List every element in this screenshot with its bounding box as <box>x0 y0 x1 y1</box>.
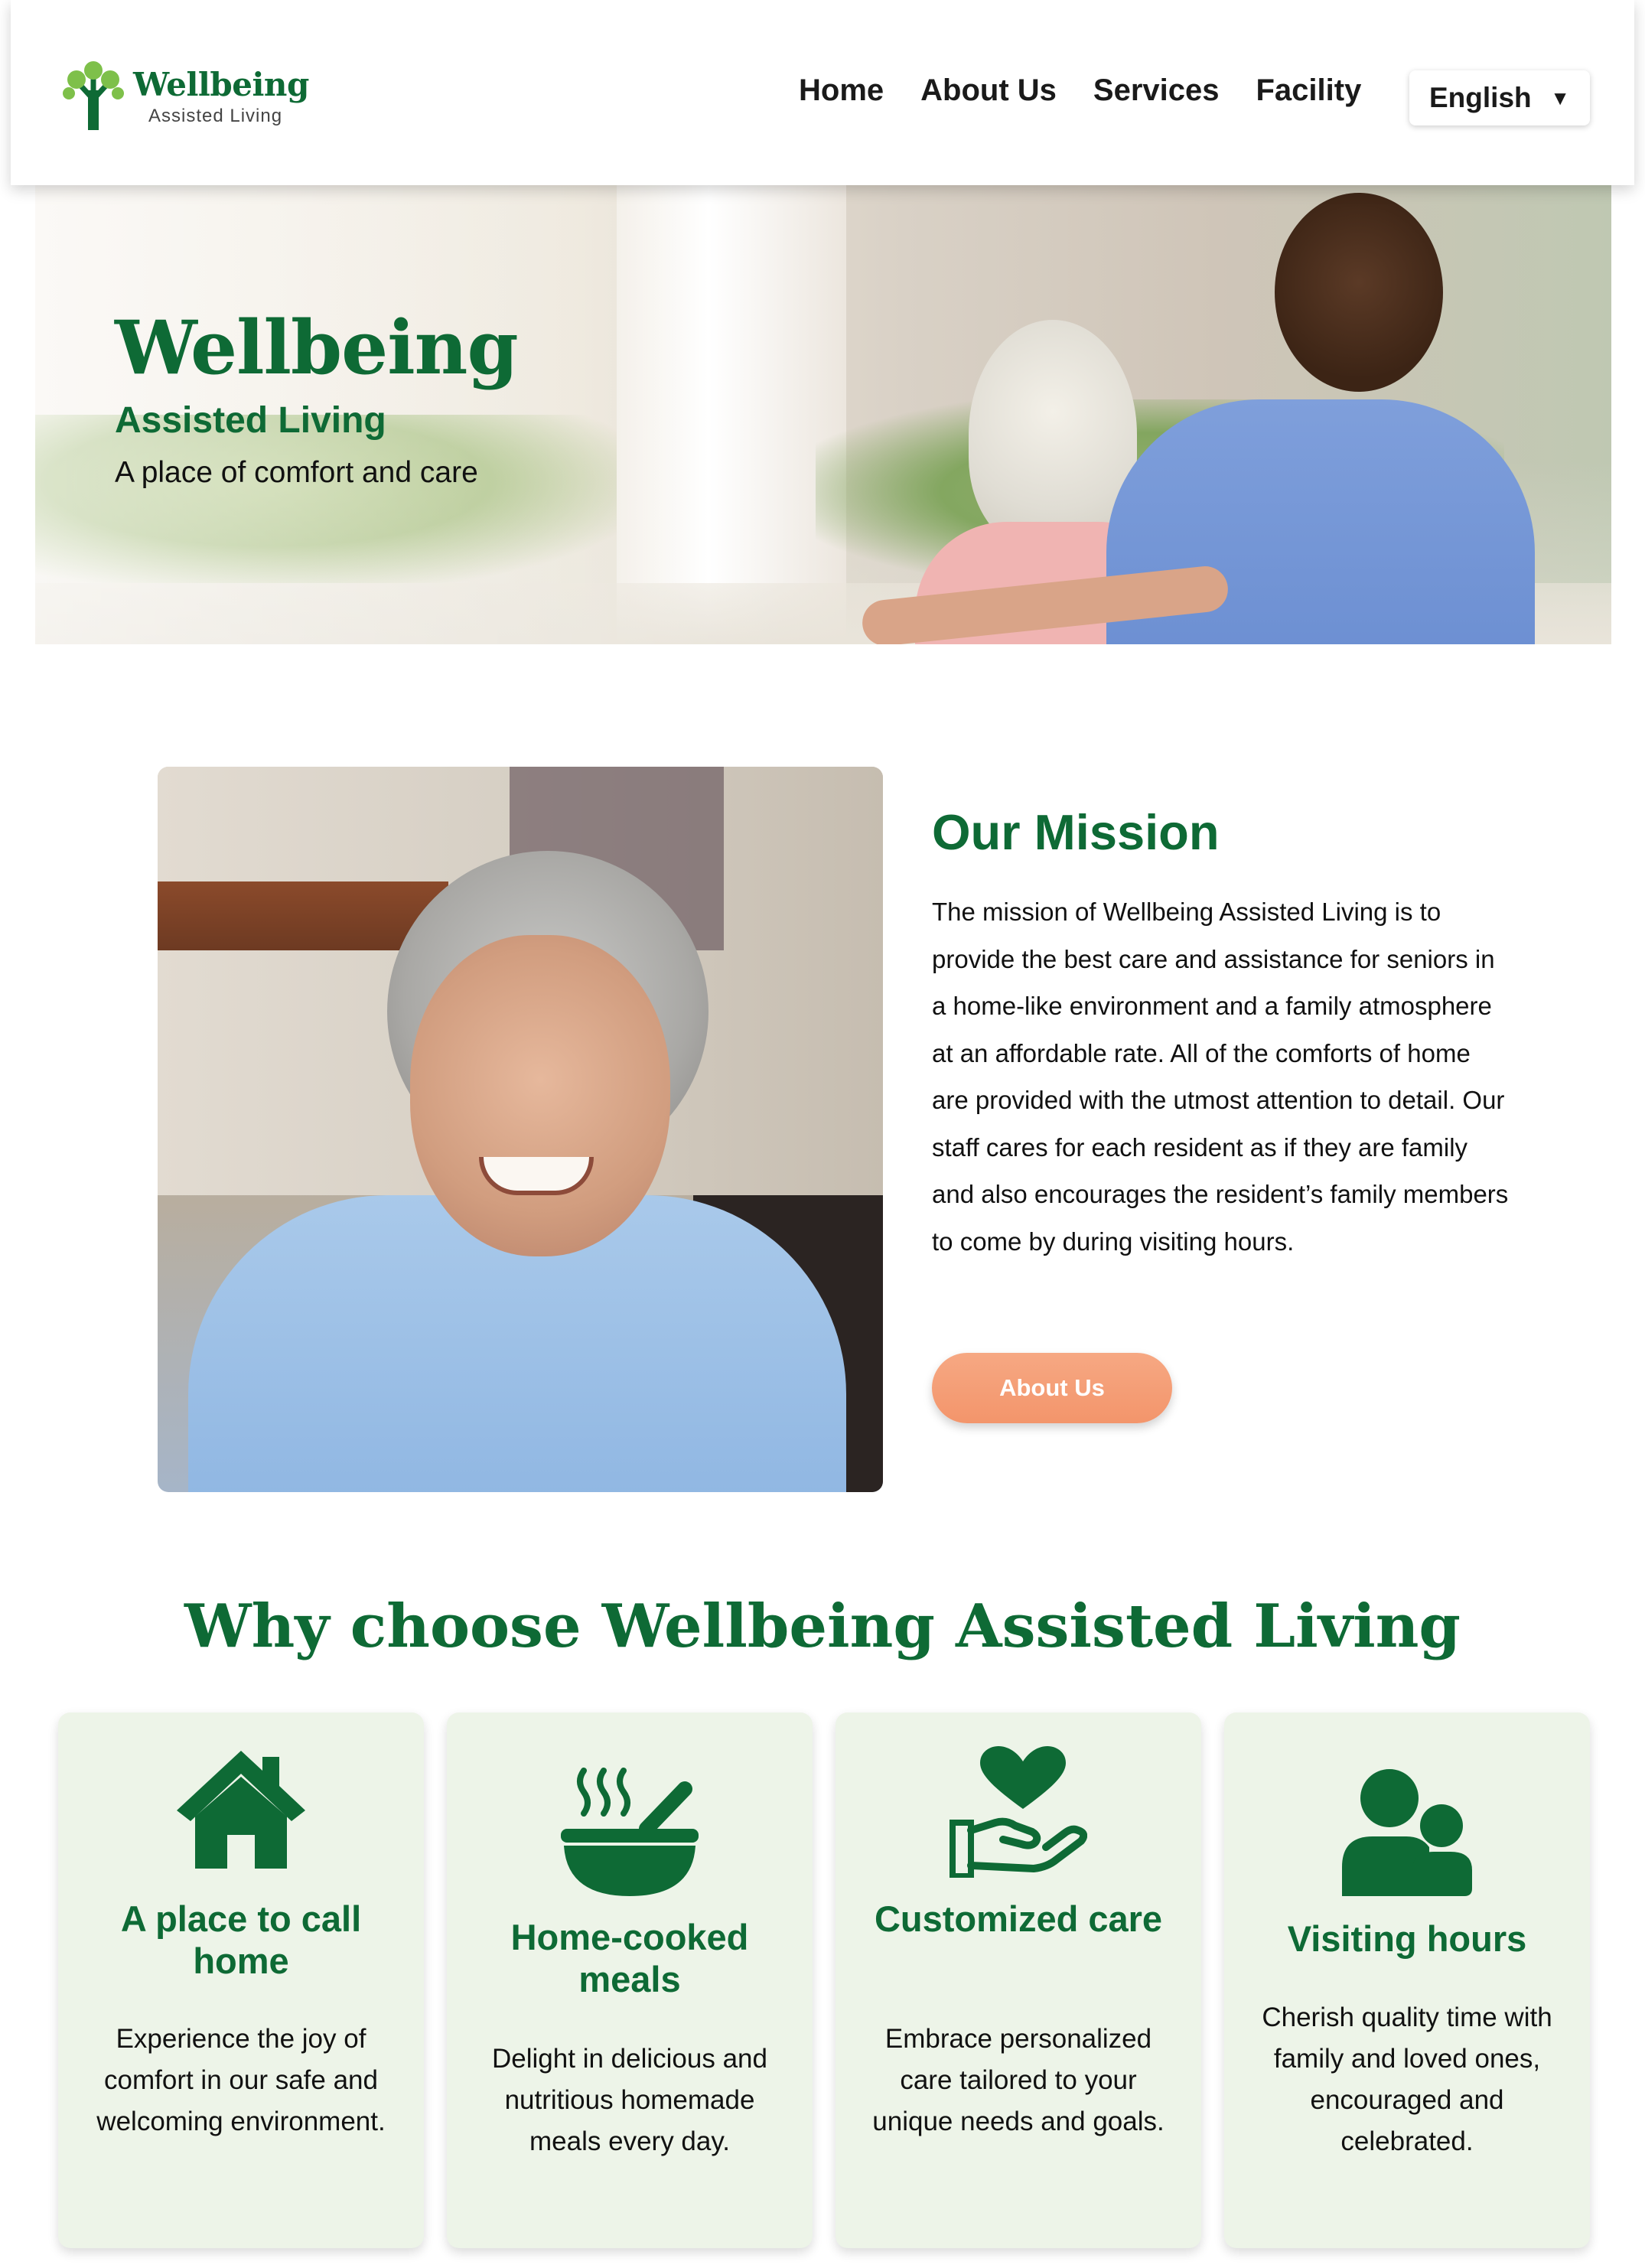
site-logo[interactable]: Wellbeing Assisted Living <box>63 60 323 133</box>
hero-title: Wellbeing <box>115 305 519 391</box>
about-us-button[interactable]: About Us <box>932 1353 1172 1423</box>
main-nav: Home About Us Services Facility <box>799 73 1361 108</box>
feature-cards: A place to call home Experience the joy … <box>58 1712 1590 2248</box>
tree-icon <box>63 61 124 130</box>
language-selected: English <box>1429 82 1532 113</box>
heart-hand-icon <box>950 1746 1087 1878</box>
nav-home[interactable]: Home <box>799 73 884 108</box>
nav-services[interactable]: Services <box>1093 73 1220 108</box>
feature-card-care: Customized care Embrace personalized car… <box>836 1712 1201 2248</box>
mission-body: The mission of Wellbeing Assisted Living… <box>932 898 1509 1256</box>
card-body: Embrace personalized care tailored to yo… <box>872 2024 1165 2136</box>
feature-card-home: A place to call home Experience the joy … <box>58 1712 424 2248</box>
mission-photo <box>158 767 883 1492</box>
nav-about-us[interactable]: About Us <box>920 73 1057 108</box>
hero-tagline: A place of comfort and care <box>115 456 478 489</box>
card-title: Customized care <box>874 1898 1163 1939</box>
hero-subtitle: Assisted Living <box>115 400 386 441</box>
card-body: Cherish quality time with family and lov… <box>1262 2002 1552 2156</box>
hero-photo-nurse-head <box>1275 193 1443 392</box>
house-icon <box>177 1751 305 1869</box>
card-title: Home-cooked meals <box>510 1917 749 1999</box>
bowl-icon <box>561 1768 699 1896</box>
mission-heading: Our Mission <box>932 804 1220 860</box>
card-title: A place to call home <box>120 1898 362 1981</box>
hero-banner: Wellbeing Assisted Living A place of com… <box>35 185 1611 644</box>
chevron-down-icon: ▼ <box>1550 86 1570 109</box>
language-select[interactable]: English ▼ <box>1409 70 1590 125</box>
mission-section: Our Mission The mission of Wellbeing Ass… <box>932 803 1513 1265</box>
feature-card-visiting: Visiting hours Cherish quality time with… <box>1224 1712 1590 2248</box>
logo-subtitle: Assisted Living <box>148 106 283 126</box>
photo-face <box>410 935 670 1256</box>
nav-facility[interactable]: Facility <box>1256 73 1362 108</box>
logo-name: Wellbeing <box>133 66 309 103</box>
why-heading: Why choose Wellbeing Assisted Living <box>184 1592 1461 1661</box>
site-header: Wellbeing Assisted Living Home About Us … <box>11 0 1634 185</box>
card-title: Visiting hours <box>1287 1918 1527 1959</box>
card-body: Experience the joy of comfort in our saf… <box>96 2024 386 2136</box>
people-icon <box>1342 1769 1472 1896</box>
card-body: Delight in delicious and nutritious home… <box>492 2044 767 2156</box>
feature-card-meals: Home-cooked meals Delight in delicious a… <box>447 1712 813 2248</box>
